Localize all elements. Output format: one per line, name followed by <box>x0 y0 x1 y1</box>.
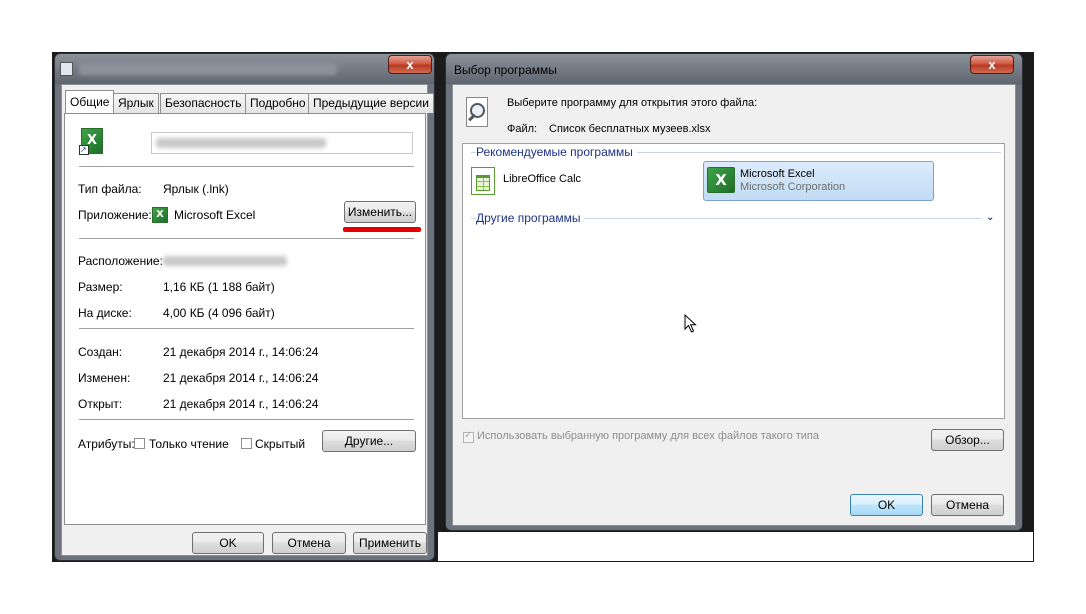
mouse-cursor-icon <box>684 313 698 337</box>
open-with-client: Выберите программу для открытия этого фа… <box>452 84 1016 526</box>
apply-button[interactable]: Применить <box>353 532 427 554</box>
tab-security[interactable]: Безопасность <box>160 93 247 113</box>
hidden-label: Скрытый <box>255 437 306 451</box>
file-name: Список бесплатных музеев.xlsx <box>549 123 711 135</box>
app-value: Microsoft Excel <box>174 208 256 222</box>
location-value-blurred <box>163 256 287 266</box>
chevron-down-icon[interactable]: ⌄ <box>986 212 994 223</box>
libreoffice-calc-icon <box>471 167 495 195</box>
attributes-label: Атрибуты: <box>78 437 135 451</box>
prompt-text: Выберите программу для открытия этого фа… <box>507 97 758 109</box>
disk-label: На диске: <box>78 306 132 320</box>
readonly-label: Только чтение <box>149 437 229 451</box>
size-label: Размер: <box>78 280 123 294</box>
close-icon: x <box>988 57 996 72</box>
filetype-label: Тип файла: <box>78 182 142 196</box>
magnifier-icon <box>464 97 492 131</box>
app-label: Приложение: <box>78 208 152 222</box>
programs-list[interactable]: Рекомендуемые программы LibreOffice Calc… <box>462 143 1005 419</box>
program-name: Microsoft Excel <box>740 168 815 180</box>
general-panel: X ↗ Тип файла: Ярлык (.lnk) Приложение: … <box>64 113 426 525</box>
program-item-excel[interactable]: X Microsoft Excel Microsoft Corporation <box>703 161 934 201</box>
modified-value: 21 декабря 2014 г., 14:06:24 <box>163 371 319 385</box>
file-name-field[interactable] <box>151 132 413 154</box>
file-label: Файл: <box>507 123 538 135</box>
tab-strip: Общие Ярлык Безопасность Подробно Предыд… <box>65 90 434 115</box>
filetype-value: Ярлык (.lnk) <box>163 182 229 196</box>
program-item-libreoffice[interactable]: LibreOffice Calc <box>469 164 619 196</box>
disk-value: 4,00 КБ (4 096 байт) <box>163 306 275 320</box>
cancel-button[interactable]: Отмена <box>931 494 1004 516</box>
separator <box>79 419 414 421</box>
close-button[interactable]: x <box>970 55 1014 74</box>
separator <box>79 328 414 330</box>
opened-label: Открыт: <box>78 397 123 411</box>
hidden-checkbox[interactable] <box>241 438 252 449</box>
file-name-blurred <box>156 138 326 148</box>
tab-details[interactable]: Подробно <box>245 93 311 113</box>
location-label: Расположение: <box>78 254 163 268</box>
created-value: 21 декабря 2014 г., 14:06:24 <box>163 345 319 359</box>
program-publisher: Microsoft Corporation <box>740 181 846 193</box>
excel-icon: X <box>152 207 168 223</box>
tab-previous-versions[interactable]: Предыдущие версии <box>308 93 434 113</box>
close-button[interactable]: x <box>388 55 432 74</box>
window-title-blurred <box>79 63 337 75</box>
window-app-icon <box>60 62 73 76</box>
change-button[interactable]: Изменить... <box>344 201 416 223</box>
recommended-title: Рекомендуемые программы <box>476 145 637 159</box>
cancel-button[interactable]: Отмена <box>272 532 346 554</box>
desktop-white-strip <box>438 532 1033 561</box>
program-name: LibreOffice Calc <box>503 173 582 185</box>
tab-shortcut[interactable]: Ярлык <box>113 93 159 113</box>
separator <box>79 238 414 240</box>
modified-label: Изменен: <box>78 371 131 385</box>
readonly-checkbox[interactable] <box>134 438 145 449</box>
ok-button[interactable]: OK <box>850 494 923 516</box>
properties-window: x Общие Ярлык Безопасность Подробно Пред… <box>54 53 435 561</box>
created-label: Создан: <box>78 345 123 359</box>
other-attributes-button[interactable]: Другие... <box>322 430 416 452</box>
separator <box>79 166 414 168</box>
red-underline-highlight <box>343 227 421 232</box>
window-title: Выбор программы <box>454 63 557 77</box>
browse-button[interactable]: Обзор... <box>931 429 1004 451</box>
excel-icon: X <box>707 167 735 193</box>
always-use-checkbox[interactable]: ✓ <box>463 430 474 443</box>
ok-button[interactable]: OK <box>192 532 264 554</box>
size-value: 1,16 КБ (1 188 байт) <box>163 280 275 294</box>
shortcut-arrow-icon: ↗ <box>79 145 89 155</box>
properties-client: Общие Ярлык Безопасность Подробно Предыд… <box>61 84 434 556</box>
close-icon: x <box>406 57 414 72</box>
open-with-window: Выбор программы x Выберите программу для… <box>445 53 1023 531</box>
opened-value: 21 декабря 2014 г., 14:06:24 <box>163 397 319 411</box>
tab-general[interactable]: Общие <box>65 90 115 113</box>
other-programs-title[interactable]: Другие программы <box>476 211 585 225</box>
always-use-label: Использовать выбранную программу для все… <box>477 430 819 442</box>
